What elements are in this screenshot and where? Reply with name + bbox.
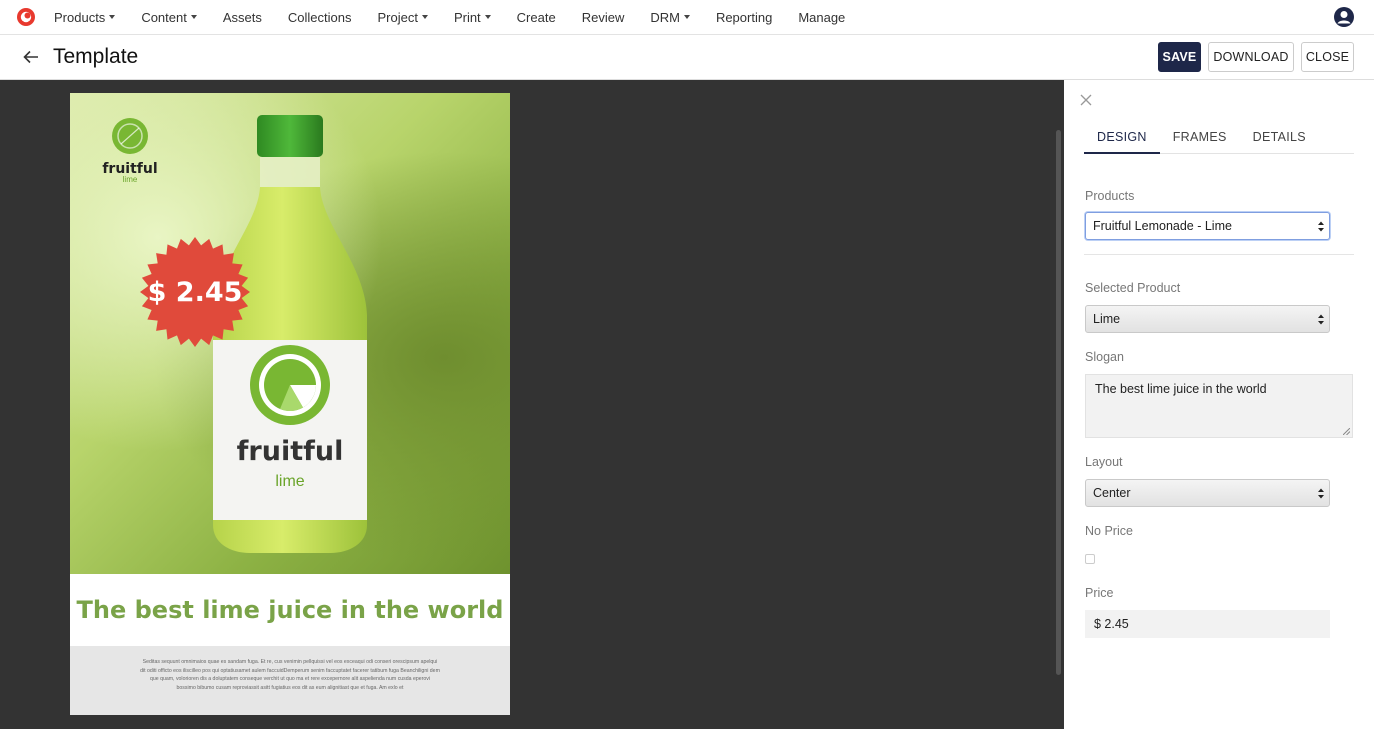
nav-item-label: Reporting [715,9,773,25]
selected-product-label: Selected Product [1085,281,1181,295]
slogan-textarea[interactable]: The best lime juice in the world [1085,374,1353,438]
caret-down-icon [683,15,690,19]
poster-slogan: The best lime juice in the world [76,596,504,624]
tab-design[interactable]: DESIGN [1084,122,1160,154]
nav-item-label: Assets [222,9,262,25]
nav-item-content[interactable]: Content [141,10,197,25]
nav-item-label: Products [54,9,106,25]
poster-brand-logo: fruitful lime [100,117,160,184]
poster-price: $ 2.45 [147,276,243,308]
slogan-label: Slogan [1085,350,1124,364]
nav-item-drm[interactable]: DRM [650,10,690,25]
poster-preview[interactable]: fruitful lime $ 2.45 fruitful lime The b… [70,93,510,715]
caret-down-icon [421,15,428,19]
top-navbar: Products Content Assets Collections Project P… [0,0,1374,35]
price-label: Price [1085,586,1114,600]
panel-tabs: DESIGN FRAMES DETAILS [1084,122,1354,154]
properties-panel: DESIGN FRAMES DETAILS Products Fruitful … [1064,80,1374,729]
nav-item-label: Manage [798,9,846,25]
nav-item-label: Content [141,9,187,25]
price-input[interactable]: $ 2.45 [1085,610,1330,638]
layout-label: Layout [1085,455,1123,469]
nav-item-manage[interactable]: Manage [798,10,845,25]
no-price-checkbox[interactable] [1085,554,1095,564]
slogan-value: The best lime juice in the world [1095,382,1267,396]
select-arrows-icon [1318,221,1324,232]
nav-item-label: Create [516,9,556,25]
nav-item-collections[interactable]: Collections [288,10,352,25]
nav-item-project[interactable]: Project [377,9,428,25]
poster-body-text: Seditas sequunt omnimaios quae es sandam… [70,646,510,715]
products-label: Products [1085,189,1135,203]
tab-frames[interactable]: FRAMES [1160,122,1240,154]
no-price-label: No Price [1085,524,1133,538]
nav-item-reporting[interactable]: Reporting [716,10,772,25]
products-select[interactable]: Fruitful Lemonade - Lime [1085,212,1330,240]
page-header: Template SAVE DOWNLOAD CLOSE [0,35,1374,80]
selected-product-select[interactable]: Lime [1085,305,1330,333]
selected-product-value: Lime [1093,312,1121,326]
price-input-value: $ 2.45 [1094,617,1129,631]
bottle-label-sub: lime [275,473,305,490]
nav-item-assets[interactable]: Assets [223,10,262,25]
user-avatar-icon[interactable] [1334,7,1354,27]
resize-handle-icon[interactable] [1343,428,1350,435]
close-button[interactable]: CLOSE [1301,42,1354,72]
select-arrows-icon [1318,314,1324,325]
nav-item-products[interactable]: Products [54,9,116,25]
close-panel-icon[interactable] [1080,94,1092,106]
download-button[interactable]: DOWNLOAD [1208,42,1294,72]
tab-details[interactable]: DETAILS [1240,122,1319,154]
nav-item-review[interactable]: Review [582,10,625,25]
nav-item-print[interactable]: Print [454,10,491,25]
caret-down-icon [484,15,491,19]
save-button[interactable]: SAVE [1158,42,1201,72]
lime-logo-icon [112,118,148,154]
caret-down-icon [109,15,116,19]
layout-select-value: Center [1093,486,1131,500]
products-select-value: Fruitful Lemonade - Lime [1093,219,1232,233]
select-arrows-icon [1318,488,1324,499]
caret-down-icon [190,15,197,19]
nav-item-label: Review [581,9,625,25]
nav-item-label: Print [453,9,481,25]
layout-select[interactable]: Center [1085,479,1330,507]
canvas-scrollbar[interactable] [1056,130,1061,675]
nav-item-label: Project [377,9,418,25]
app-logo-icon[interactable] [16,7,36,27]
bottle-label-brand: fruitful [236,436,344,467]
nav-item-label: DRM [650,9,680,25]
page-title: Template [53,45,139,68]
nav-item-label: Collections [287,9,352,25]
nav-item-create[interactable]: Create [517,10,556,25]
back-arrow-icon[interactable] [22,48,40,66]
panel-divider [1084,254,1354,255]
